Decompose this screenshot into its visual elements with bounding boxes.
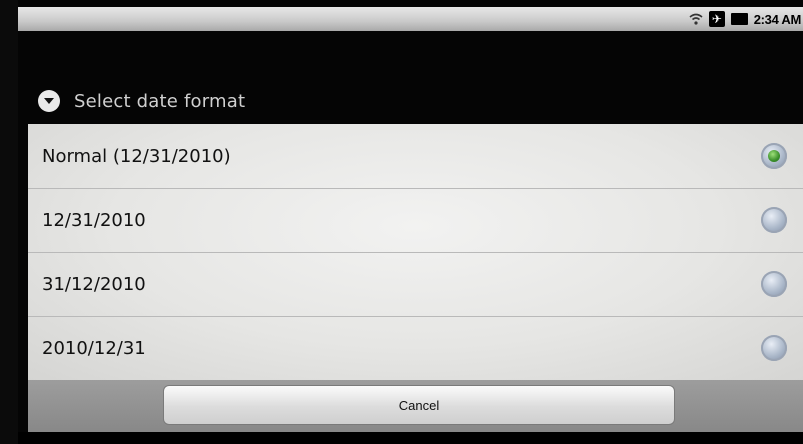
status-bar: ✈ 2:34 AM: [18, 7, 803, 31]
radio-button[interactable]: [761, 271, 787, 297]
battery-icon: [730, 13, 748, 25]
cancel-button[interactable]: Cancel: [163, 385, 675, 425]
status-clock: 2:34 AM: [753, 11, 802, 27]
device-screen: ✈ 2:34 AM Select date format Normal (12/…: [0, 0, 803, 444]
option-row-normal[interactable]: Normal (12/31/2010): [28, 124, 803, 189]
wifi-icon: [689, 13, 703, 25]
dialog-button-bar: Cancel: [28, 380, 803, 432]
dropdown-circle-icon: [38, 90, 60, 112]
option-label: Normal (12/31/2010): [42, 145, 231, 167]
radio-button[interactable]: [761, 207, 787, 233]
radio-button[interactable]: [761, 335, 787, 361]
dialog-title: Select date format: [74, 90, 246, 112]
date-format-options-list: Normal (12/31/2010) 12/31/2010 31/12/201…: [28, 124, 803, 380]
option-label: 31/12/2010: [42, 273, 146, 295]
option-row-ymd[interactable]: 2010/12/31: [28, 316, 803, 380]
option-label: 2010/12/31: [42, 337, 146, 359]
screen-bottom-edge: [18, 432, 803, 444]
screen-bezel: [0, 0, 18, 444]
option-row-dmy[interactable]: 31/12/2010: [28, 252, 803, 317]
radio-button-selected[interactable]: [761, 143, 787, 169]
airplane-icon: ✈: [708, 11, 725, 27]
dialog-title-bar: Select date format: [18, 78, 803, 124]
option-row-mdy[interactable]: 12/31/2010: [28, 188, 803, 253]
option-label: 12/31/2010: [42, 209, 146, 231]
chevron-down-icon: [44, 98, 54, 104]
status-icons: ✈ 2:34 AM: [689, 7, 803, 31]
